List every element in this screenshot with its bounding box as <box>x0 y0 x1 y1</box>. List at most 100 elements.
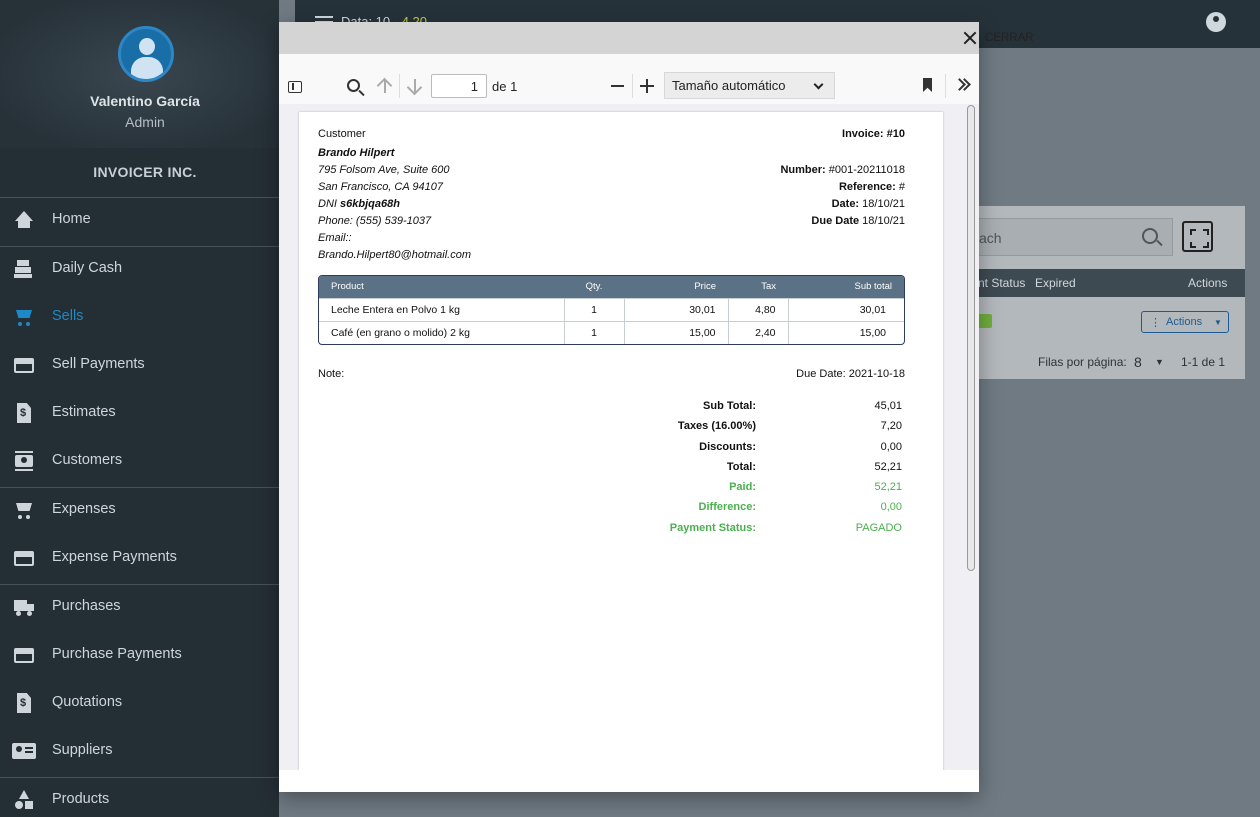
page-number-input[interactable]: 1 <box>431 74 487 98</box>
bookmark-icon[interactable] <box>923 78 932 92</box>
customer-phone: Phone: (555) 539-1037 <box>318 215 432 227</box>
items-table: Product Qty. Price Tax Sub total Leche E… <box>318 275 905 345</box>
contact-card-icon <box>12 741 36 761</box>
customer-label: Customer <box>318 128 366 140</box>
actions-button[interactable]: ⋮ Actions ▼ <box>1141 311 1229 333</box>
divider <box>945 74 946 98</box>
user-role: Admin <box>125 114 165 130</box>
dropdown-caret-icon[interactable]: ▼ <box>1155 357 1164 367</box>
sidebar-item-quotations[interactable]: $ Quotations <box>0 683 279 723</box>
shapes-icon <box>14 790 34 810</box>
divider <box>0 487 279 488</box>
customer-email: Brando.Hilpert80@hotmail.com <box>318 249 472 261</box>
credit-card-icon <box>14 355 34 375</box>
rows-per-page-select[interactable]: 8 <box>1134 354 1142 370</box>
discounts-row: Discounts: 0,00 <box>699 440 902 453</box>
invoice-meta: Number: #001-20211018 Reference: # Date:… <box>780 162 905 230</box>
invoice-number: Number: #001-20211018 <box>780 164 905 176</box>
column-expired: Expired <box>1035 276 1076 290</box>
more-vert-icon: ⋮ <box>1150 317 1161 329</box>
chevron-down-icon <box>813 79 824 90</box>
search-icon[interactable] <box>347 79 360 92</box>
customer-address-1: 795 Folsom Ave, Suite 600 <box>318 164 450 176</box>
invoice-reference: Reference: # <box>838 181 905 193</box>
sidebar-item-expense-payments[interactable]: Expense Payments <box>0 538 279 578</box>
close-icon <box>963 31 977 45</box>
dropdown-caret-icon: ▼ <box>1214 318 1222 327</box>
totals-block: Sub Total: 45,01 Taxes (16.00%) 7,20 Disco… <box>599 400 904 542</box>
divider <box>0 197 279 198</box>
invoice-due-date: Due Date 18/10/21 <box>811 215 905 227</box>
sidebar-item-products[interactable]: Products <box>0 780 279 817</box>
table-header: nt Status Expired Actions <box>978 269 1245 297</box>
home-icon <box>14 210 34 230</box>
divider <box>632 74 633 98</box>
customer-details: Brando Hilpert 795 Folsom Ave, Suite 600… <box>318 145 471 264</box>
table-pagination: Filas por página: 8 ▼ 1-1 de 1 <box>1038 354 1226 370</box>
user-name: Valentino García <box>90 93 200 109</box>
page-count: de 1 <box>492 79 518 94</box>
divider <box>0 584 279 585</box>
sidebar-item-purchases[interactable]: Purchases <box>0 587 279 627</box>
menu-icon[interactable] <box>315 16 333 18</box>
due-date-text: Due Date: 2021-10-18 <box>796 368 905 380</box>
sidebar-item-suppliers[interactable]: Suppliers <box>0 731 279 771</box>
cart-icon <box>14 307 34 327</box>
search-input[interactable]: ach <box>978 218 1173 256</box>
sidebar-item-sells[interactable]: Sells <box>0 297 279 337</box>
column-payment-status: nt Status <box>978 276 1026 290</box>
pdf-viewer[interactable]: Customer Brando Hilpert 795 Folsom Ave, … <box>279 104 979 770</box>
customer-email-label: Email:: <box>318 232 352 244</box>
modal-header: CERRAR <box>279 22 1034 54</box>
sidebar-toggle-icon[interactable] <box>288 81 302 93</box>
table-row: Café (en grano o molido) 2 kg 1 15,00 2,… <box>319 320 904 344</box>
taxes-row: Taxes (16.00%) 7,20 <box>677 420 902 433</box>
customer-dni: DNI s6kbjqa68h <box>318 198 400 210</box>
paid-row: Paid: 52,21 <box>729 481 902 494</box>
scrollbar[interactable] <box>967 105 975 571</box>
sidebar-item-customers[interactable]: Customers <box>0 441 279 481</box>
next-page-icon[interactable] <box>407 77 423 95</box>
sidebar-item-estimates[interactable]: $ Estimates <box>0 393 279 433</box>
search-icon[interactable] <box>1142 228 1158 244</box>
company-name: INVOICER INC. <box>93 164 197 180</box>
truck-icon <box>14 597 34 617</box>
column-actions: Actions <box>1188 276 1228 290</box>
previous-page-icon[interactable] <box>377 77 393 95</box>
credit-card-icon <box>14 548 34 568</box>
zoom-out-icon[interactable] <box>611 85 624 87</box>
invoice-page: Customer Brando Hilpert 795 Folsom Ave, … <box>299 112 943 770</box>
items-table-header: Product Qty. Price Tax Sub total <box>319 276 904 298</box>
credit-card-icon <box>14 645 34 665</box>
invoice-title: Invoice: #10 <box>842 128 905 140</box>
subtotal-row: Sub Total: 45,01 <box>703 400 902 412</box>
sidebar-item-daily-cash[interactable]: Daily Cash <box>0 249 279 289</box>
account-icon[interactable] <box>1206 12 1226 32</box>
tools-icon[interactable] <box>955 78 969 92</box>
invoice-date: Date: 18/10/21 <box>831 198 905 210</box>
cash-register-icon <box>14 259 34 279</box>
fullscreen-icon[interactable] <box>1182 221 1213 252</box>
customer-address-2: San Francisco, CA 94107 <box>318 181 443 193</box>
table-row: Leche Entera en Polvo 1 kg 1 30,01 4,80 … <box>319 297 904 321</box>
sidebar-item-expenses[interactable]: Expenses <box>0 490 279 530</box>
sidebar: Valentino García Admin INVOICER INC. Hom… <box>0 0 279 817</box>
sidebar-item-sell-payments[interactable]: Sell Payments <box>0 345 279 385</box>
dollar-file-icon: $ <box>14 693 34 713</box>
contacts-icon <box>14 451 34 471</box>
dollar-file-icon: $ <box>14 403 34 423</box>
difference-row: Difference: 0,00 <box>698 501 902 514</box>
zoom-in-icon[interactable] <box>640 79 654 93</box>
divider <box>399 74 400 98</box>
customer-name: Brando Hilpert <box>318 147 395 159</box>
divider <box>0 777 279 778</box>
status-badge <box>978 314 992 328</box>
note-label: Note: <box>318 368 345 380</box>
avatar <box>118 26 174 82</box>
zoom-select[interactable]: Tamaño automático <box>664 72 835 99</box>
divider <box>0 246 279 247</box>
total-row: Total: 52,21 <box>726 460 902 473</box>
sidebar-item-purchase-payments[interactable]: Purchase Payments <box>0 635 279 675</box>
sidebar-item-home[interactable]: Home <box>0 200 279 240</box>
invoice-pdf-modal: CERRAR 1 de 1 Tamaño automático Customer… <box>279 22 1034 792</box>
